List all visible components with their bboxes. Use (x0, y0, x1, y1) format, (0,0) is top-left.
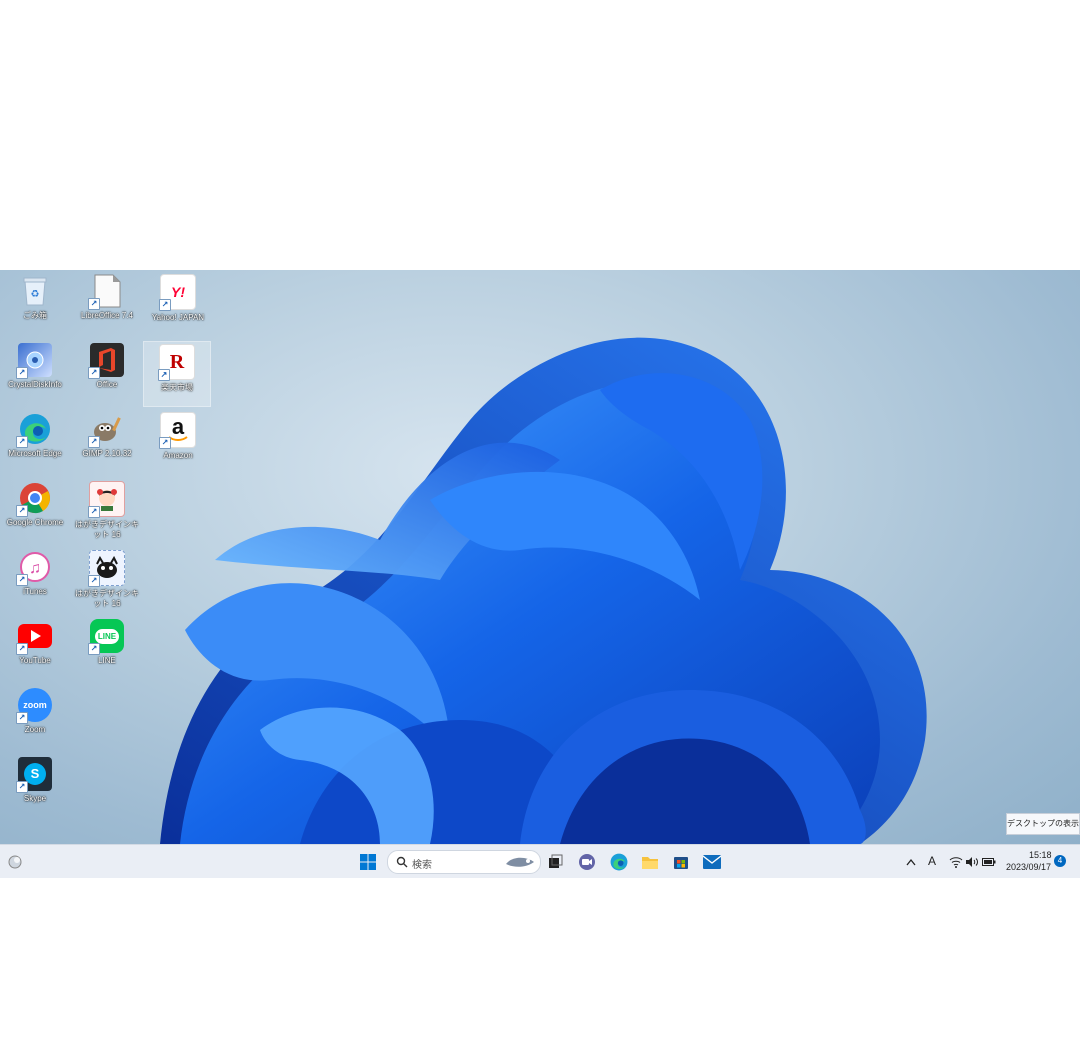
icon-label: 楽天市場 (161, 383, 193, 392)
hagaki-kit-icon: ↗ (88, 481, 125, 518)
desktop-icon-libreoffice[interactable]: ↗ LibreOffice 7.4 (74, 272, 140, 336)
hagaki-kit-icon: ↗ (88, 550, 125, 587)
icon-label: Google Chrome (6, 518, 64, 527)
shortcut-arrow-icon: ↗ (88, 575, 100, 587)
show-hidden-icons-chevron-up-icon[interactable] (902, 853, 920, 871)
icon-label: CrystalDiskInfo (8, 380, 62, 389)
desktop-icon-line[interactable]: LINE ↗ LINE (74, 617, 140, 681)
icon-label: Zoom (24, 725, 46, 734)
icon-label: iTunes (23, 587, 47, 596)
teams-chat-icon[interactable] (578, 853, 596, 871)
rakuten-logo-text: R (169, 350, 185, 373)
weather-widget-icon[interactable] (6, 853, 24, 871)
search-icon (396, 856, 408, 868)
gimp-icon: ↗ (88, 412, 124, 448)
libreoffice-icon: ↗ (88, 274, 124, 310)
ime-input-indicator[interactable]: A (928, 854, 936, 868)
shortcut-arrow-icon: ↗ (16, 436, 28, 448)
desktop-icon-youtube[interactable]: ↗ YouTube (2, 617, 68, 681)
shortcut-arrow-icon: ↗ (158, 369, 170, 381)
desktop[interactable]: ♻ ごみ箱 ↗ CrystalDiskInfo ↗ Microsoft Edge… (0, 270, 1080, 844)
shortcut-arrow-icon: ↗ (16, 505, 28, 517)
shortcut-arrow-icon: ↗ (88, 506, 100, 518)
chrome-icon: ↗ (16, 481, 52, 517)
icon-label: Microsoft Edge (8, 449, 62, 458)
amazon-logo-text: a (171, 414, 185, 439)
desktop-icon-google-chrome[interactable]: ↗ Google Chrome (2, 479, 68, 543)
zoom-icon: zoom ↗ (16, 688, 52, 724)
search-highlight-icon (506, 857, 534, 867)
yahoo-japan-icon: Y! ↗ (159, 274, 196, 311)
icon-label: Yahoo! JAPAN (151, 313, 205, 322)
desktop-icon-rakuten-ichiba[interactable]: R ↗ 楽天市場 (143, 341, 211, 407)
microsoft-store-icon[interactable] (672, 853, 690, 871)
svg-text:♻: ♻ (31, 289, 40, 300)
task-view-icon[interactable] (546, 853, 564, 871)
itunes-icon: ♫ ↗ (16, 550, 52, 586)
desktop-icon-office[interactable]: ↗ Office (74, 341, 140, 405)
line-icon: LINE ↗ (88, 619, 124, 655)
desktop-icon-gimp[interactable]: ↗ GIMP 2.10.32 (74, 410, 140, 474)
desktop-icon-hagaki-design-kit-2[interactable]: ↗ はがきデザインキット 16 (74, 548, 140, 612)
shortcut-arrow-icon: ↗ (88, 643, 100, 655)
desktop-icon-amazon[interactable]: a ↗ Amazon (145, 410, 211, 474)
rakuten-icon: R ↗ (158, 344, 195, 381)
icon-label: GIMP 2.10.32 (82, 449, 132, 458)
clock-date[interactable]: 2023/09/17 (1006, 862, 1051, 872)
show-desktop-tooltip: デスクトップの表示 (1006, 813, 1080, 835)
desktop-icon-itunes[interactable]: ♫ ↗ iTunes (2, 548, 68, 612)
start-button-windows-icon[interactable] (359, 853, 377, 871)
svg-text:♫: ♫ (29, 560, 41, 577)
desktop-icon-skype[interactable]: S ↗ Skype (2, 755, 68, 819)
notification-count-badge[interactable]: 4 (1054, 855, 1066, 867)
shortcut-arrow-icon: ↗ (88, 298, 100, 310)
shortcut-arrow-icon: ↗ (16, 574, 28, 586)
shortcut-arrow-icon: ↗ (159, 299, 171, 311)
taskbar-search-box[interactable]: 検索 (387, 850, 541, 874)
icon-label: はがきデザインキット 16 (75, 589, 139, 608)
edge-icon: ↗ (16, 412, 52, 448)
youtube-icon: ↗ (16, 619, 52, 655)
battery-icon[interactable] (980, 853, 998, 871)
icon-label: LINE (98, 656, 116, 665)
recycle-bin-icon: ♻ (18, 274, 52, 308)
mail-icon[interactable] (703, 853, 721, 871)
shortcut-arrow-icon: ↗ (88, 436, 100, 448)
icon-label: Skype (23, 794, 47, 803)
taskbar: 検索 A 15:18 2023/09/17 4 (0, 844, 1080, 878)
icon-label: ごみ箱 (23, 311, 47, 320)
icon-label: YouTube (19, 656, 51, 665)
office-icon: ↗ (88, 343, 124, 379)
desktop-icon-crystaldiskinfo[interactable]: ↗ CrystalDiskInfo (2, 341, 68, 405)
shortcut-arrow-icon: ↗ (16, 367, 28, 379)
line-logo-text: LINE (94, 628, 120, 644)
desktop-icon-yahoo-japan[interactable]: Y! ↗ Yahoo! JAPAN (145, 272, 211, 336)
shortcut-arrow-icon: ↗ (16, 781, 28, 793)
yahoo-logo-text: Y! (171, 284, 185, 300)
shortcut-arrow-icon: ↗ (88, 367, 100, 379)
clock-time[interactable]: 15:18 (1029, 850, 1052, 860)
zoom-logo-text: zoom (23, 700, 47, 710)
desktop-icon-microsoft-edge[interactable]: ↗ Microsoft Edge (2, 410, 68, 474)
skype-icon: S ↗ (16, 757, 52, 793)
search-placeholder: 検索 (412, 860, 432, 871)
shortcut-arrow-icon: ↗ (16, 712, 28, 724)
crystaldiskinfo-icon: ↗ (16, 343, 52, 379)
amazon-icon: a ↗ (159, 412, 196, 449)
edge-taskbar-icon[interactable] (610, 853, 628, 871)
desktop-icon-recycle-bin[interactable]: ♻ ごみ箱 (2, 272, 68, 336)
desktop-icon-zoom[interactable]: zoom ↗ Zoom (2, 686, 68, 750)
icon-label: LibreOffice 7.4 (81, 311, 133, 320)
icon-label: Amazon (163, 451, 193, 460)
icon-label: Office (96, 380, 118, 389)
volume-icon[interactable] (963, 853, 981, 871)
desktop-icon-hagaki-design-kit-1[interactable]: ↗ はがきデザインキット 16 (74, 479, 140, 543)
file-explorer-icon[interactable] (641, 853, 659, 871)
shortcut-arrow-icon: ↗ (159, 437, 171, 449)
shortcut-arrow-icon: ↗ (16, 643, 28, 655)
icon-label: はがきデザインキット 16 (75, 520, 139, 539)
